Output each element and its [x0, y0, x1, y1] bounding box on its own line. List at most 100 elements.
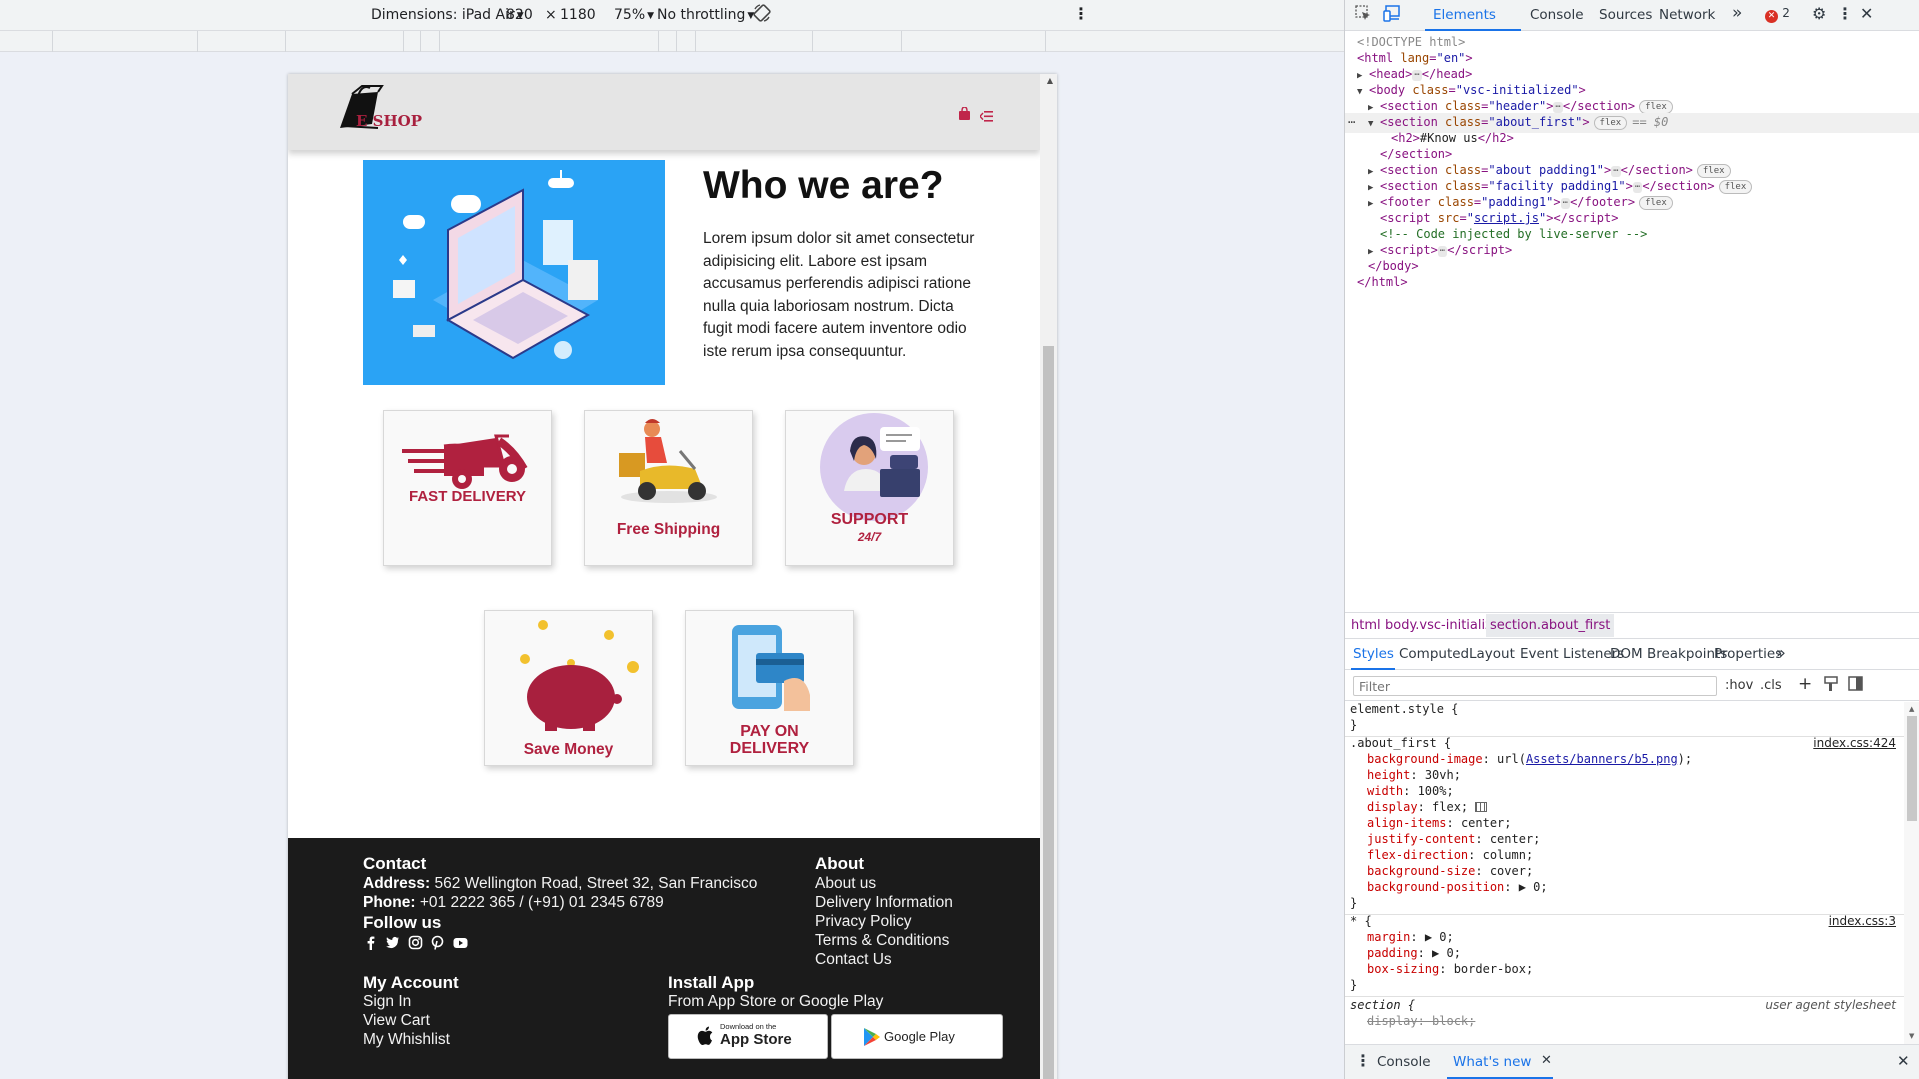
- menu-icon[interactable]: [979, 107, 993, 126]
- tab-elements[interactable]: Elements: [1433, 7, 1496, 23]
- drawer-menu-icon[interactable]: ⋮: [1355, 1051, 1371, 1070]
- css-prop-padding[interactable]: padding: ▶ 0;: [1367, 946, 1461, 962]
- footer-link-delivery[interactable]: Delivery Information: [815, 894, 953, 912]
- scrollbar-thumb[interactable]: [1043, 346, 1054, 1079]
- paint-icon[interactable]: [1824, 676, 1838, 696]
- drawer-tab-console[interactable]: Console: [1377, 1054, 1431, 1070]
- flex-badge[interactable]: flex: [1639, 196, 1673, 210]
- css-prop-height[interactable]: height: 30vh;: [1367, 768, 1461, 784]
- footer-link-view-cart[interactable]: View Cart: [363, 1012, 430, 1030]
- footer-link-privacy[interactable]: Privacy Policy: [815, 913, 911, 931]
- collapsed-dots[interactable]: ⋯: [1611, 166, 1621, 177]
- tab-console[interactable]: Console: [1530, 7, 1584, 23]
- css-prop-background-image[interactable]: background-image: url(Assets/banners/b5.…: [1367, 752, 1692, 768]
- hover-state-toggle[interactable]: :hov: [1725, 678, 1753, 693]
- element-style-rule[interactable]: element.style {: [1350, 702, 1458, 718]
- breadcrumb-html[interactable]: html: [1351, 618, 1381, 633]
- scroll-down-arrow-icon[interactable]: ▼: [1909, 1032, 1914, 1040]
- css-prop-box-sizing[interactable]: box-sizing: border-box;: [1367, 962, 1533, 978]
- settings-gear-icon[interactable]: ⚙: [1812, 4, 1826, 23]
- youtube-icon[interactable]: [453, 935, 468, 950]
- zoom-select[interactable]: 75% ▼: [614, 7, 654, 23]
- footer-link-wishlist[interactable]: My Whishlist: [363, 1031, 450, 1049]
- class-toggle[interactable]: .cls: [1760, 678, 1782, 693]
- pinterest-icon[interactable]: [430, 935, 445, 950]
- css-prop-display[interactable]: display: flex;: [1367, 800, 1488, 816]
- collapsed-dots[interactable]: ⋯: [1437, 246, 1448, 257]
- collapsed-dots[interactable]: ⋯: [1560, 198, 1571, 209]
- collapsed-dots[interactable]: ⋯: [1553, 102, 1563, 113]
- flexbox-editor-icon[interactable]: [1475, 802, 1488, 812]
- scroll-up-arrow-icon[interactable]: ▲: [1047, 76, 1053, 85]
- device-dimensions-select[interactable]: Dimensions: iPad Air ▼: [371, 7, 524, 23]
- device-width-input[interactable]: 820: [506, 7, 533, 23]
- footer-link-about[interactable]: About us: [815, 875, 876, 893]
- collapsed-dots[interactable]: ⋯: [1632, 182, 1643, 193]
- media-query-ruler[interactable]: [0, 31, 1344, 52]
- close-tab-icon[interactable]: ✕: [1541, 1053, 1552, 1068]
- app-store-button[interactable]: Download on the App Store: [668, 1014, 828, 1059]
- throttling-select[interactable]: No throttling ▼: [657, 7, 754, 23]
- drawer-tab-whats-new[interactable]: What's new: [1453, 1054, 1531, 1070]
- instagram-icon[interactable]: [408, 935, 423, 950]
- tab-styles[interactable]: Styles: [1353, 646, 1394, 662]
- css-prop-flex-direction[interactable]: flex-direction: column;: [1367, 848, 1533, 864]
- device-height-input[interactable]: 1180: [560, 7, 596, 23]
- google-play-button[interactable]: Google Play: [831, 1014, 1003, 1059]
- footer-link-contact[interactable]: Contact Us: [815, 951, 892, 969]
- collapsed-dots[interactable]: ⋯: [1412, 70, 1422, 81]
- facebook-icon[interactable]: [363, 935, 378, 951]
- close-drawer-icon[interactable]: ✕: [1897, 1052, 1910, 1070]
- flex-badge[interactable]: flex: [1696, 164, 1731, 178]
- css-prop-justify-content[interactable]: justify-content: center;: [1367, 832, 1540, 848]
- breadcrumb-section[interactable]: section.about_first: [1486, 614, 1615, 637]
- section-selector[interactable]: section {: [1350, 998, 1415, 1014]
- kebab-menu-icon[interactable]: ⋮: [1073, 4, 1089, 23]
- rotate-icon[interactable]: [752, 3, 772, 27]
- styles-scroll-thumb[interactable]: [1907, 716, 1917, 821]
- tab-dom-breakpoints[interactable]: DOM Breakpoints: [1610, 646, 1727, 662]
- footer-link-sign-in[interactable]: Sign In: [363, 993, 411, 1011]
- more-subtabs-icon[interactable]: »: [1776, 643, 1786, 662]
- universal-source-link[interactable]: index.css:3: [1829, 914, 1896, 930]
- css-prop-width[interactable]: width: 100%;: [1367, 784, 1454, 800]
- tab-layout[interactable]: Layout: [1469, 646, 1515, 662]
- tab-network[interactable]: Network: [1659, 7, 1715, 23]
- css-prop-background-size[interactable]: background-size: cover;: [1367, 864, 1533, 880]
- about-first-source-link[interactable]: index.css:424: [1813, 736, 1896, 752]
- flex-badge[interactable]: flex: [1718, 180, 1753, 194]
- dom-node-html-close[interactable]: </html>: [1345, 273, 1919, 293]
- styles-filter-input[interactable]: [1353, 676, 1717, 696]
- styles-scrollbar[interactable]: ▲ ▼: [1904, 702, 1919, 1044]
- html-close-tag: </html>: [1357, 275, 1408, 289]
- devtools-menu-icon[interactable]: ⋮: [1837, 4, 1853, 23]
- shopping-bag-icon[interactable]: [958, 105, 971, 124]
- css-prop-display-overridden[interactable]: display: block;: [1367, 1014, 1475, 1030]
- tab-sources[interactable]: Sources: [1599, 7, 1652, 23]
- css-prop-background-position[interactable]: background-position: ▶ 0;: [1367, 880, 1548, 896]
- error-counter[interactable]: ✕ 2: [1765, 5, 1790, 23]
- close-devtools-icon[interactable]: ✕: [1860, 4, 1873, 23]
- toggle-sidebar-icon[interactable]: [1848, 676, 1863, 695]
- page-scrollbar[interactable]: ▲: [1040, 74, 1057, 1079]
- twitter-icon[interactable]: [385, 935, 400, 950]
- css-prop-margin[interactable]: margin: ▶ 0;: [1367, 930, 1454, 946]
- flex-badge[interactable]: flex: [1593, 116, 1628, 130]
- bg-image-link[interactable]: Assets/banners/b5.png: [1526, 752, 1678, 766]
- more-tabs-icon[interactable]: »: [1732, 3, 1742, 23]
- about-first-selector[interactable]: .about_first {: [1350, 736, 1451, 752]
- phone-label: Phone:: [363, 894, 416, 911]
- tab-properties[interactable]: Properties: [1714, 646, 1782, 662]
- tab-computed[interactable]: Computed: [1399, 646, 1469, 662]
- tab-event-listeners[interactable]: Event Listeners: [1520, 646, 1624, 662]
- inspect-element-icon[interactable]: [1355, 5, 1372, 26]
- script-src-link[interactable]: script.js: [1474, 211, 1539, 225]
- universal-selector[interactable]: * {: [1350, 914, 1372, 930]
- device-toggle-icon[interactable]: [1383, 5, 1401, 26]
- new-rule-plus-icon[interactable]: +: [1798, 674, 1812, 694]
- scroll-up-arrow-icon[interactable]: ▲: [1909, 705, 1914, 713]
- footer-link-terms[interactable]: Terms & Conditions: [815, 932, 949, 950]
- flex-badge[interactable]: flex: [1639, 100, 1673, 114]
- logo[interactable]: [332, 80, 422, 142]
- css-prop-align-items[interactable]: align-items: center;: [1367, 816, 1512, 832]
